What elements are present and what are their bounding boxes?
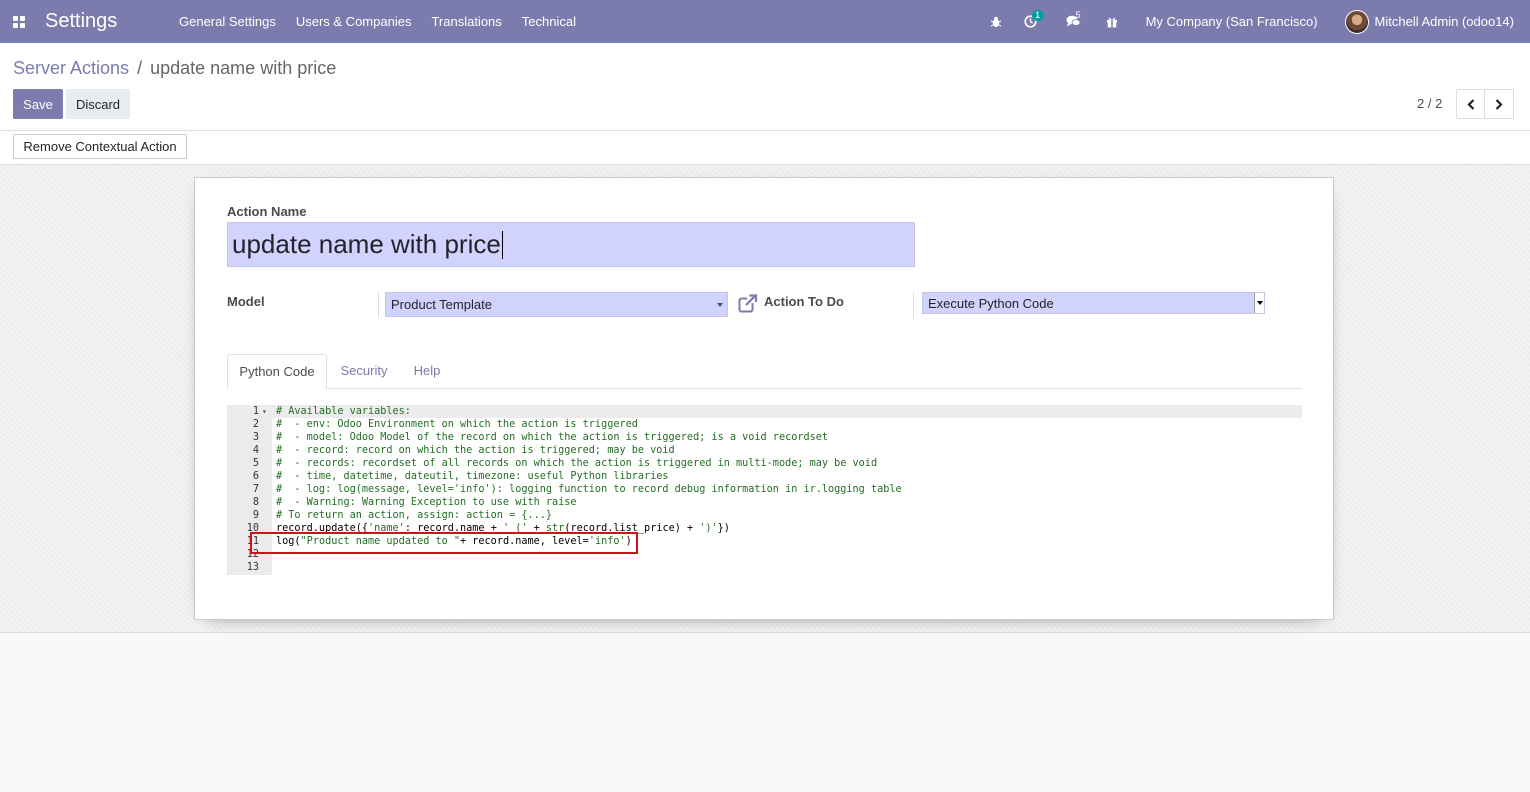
menu-translations[interactable]: Translations bbox=[421, 0, 511, 43]
notebook-tabs: Python Code Security Help bbox=[227, 354, 1302, 390]
menu-general-settings[interactable]: General Settings bbox=[169, 0, 286, 43]
model-label: Model bbox=[227, 294, 265, 309]
code-line[interactable]: 11 log("Product name updated to "+ record… bbox=[227, 535, 1302, 548]
code-text: # - model: Odoo Model of the record on w… bbox=[276, 432, 829, 443]
main-menu: General Settings Users & Companies Trans… bbox=[169, 0, 586, 43]
line-number: 9 bbox=[252, 510, 259, 521]
code-text: log("Product name updated to "+ record.n… bbox=[276, 536, 632, 547]
code-line[interactable]: 8 # - Warning: Warning Exception to use w… bbox=[227, 496, 1302, 509]
line-number: 8 bbox=[252, 497, 259, 508]
form-view: Action Name update name with price Model… bbox=[0, 165, 1530, 633]
line-number: 7 bbox=[252, 484, 259, 495]
line-number: 13 bbox=[246, 562, 259, 573]
action-name-value: update name with price bbox=[232, 229, 501, 259]
line-number: 3 bbox=[252, 432, 259, 443]
code-line[interactable]: 10 record.update({'name': record.name + '… bbox=[227, 522, 1302, 535]
text-caret bbox=[501, 230, 504, 259]
model-select[interactable]: Product Template bbox=[385, 292, 728, 317]
tab-python-code[interactable]: Python Code bbox=[227, 354, 327, 390]
menu-technical[interactable]: Technical bbox=[512, 0, 586, 43]
breadcrumb-current: update name with price bbox=[150, 58, 337, 78]
code-text: # - records: recordset of all records on… bbox=[276, 458, 878, 469]
user-menu[interactable]: Mitchell Admin (odoo14) bbox=[1344, 9, 1514, 34]
user-name: Mitchell Admin (odoo14) bbox=[1374, 14, 1514, 29]
python-code-editor[interactable]: 1 ▾ # Available variables: 2 # - env: Odoo E… bbox=[227, 405, 1302, 575]
company-switcher[interactable]: My Company (San Francisco) bbox=[1146, 14, 1318, 29]
systray: 1 5 My Company (San Francisco) Mitchell … bbox=[978, 0, 1530, 43]
chevron-down-icon bbox=[1254, 293, 1264, 313]
app-title[interactable]: Settings bbox=[45, 10, 169, 33]
gift-icon[interactable] bbox=[1094, 0, 1130, 43]
code-text: # - record: record on which the action i… bbox=[276, 445, 675, 456]
save-button[interactable]: Save bbox=[13, 89, 63, 119]
code-line[interactable]: 2 # - env: Odoo Environment on which the … bbox=[227, 418, 1302, 431]
line-number: 1 bbox=[252, 406, 259, 417]
line-number: 10 bbox=[246, 523, 259, 534]
code-text: # - env: Odoo Environment on which the a… bbox=[276, 419, 638, 430]
line-number: 5 bbox=[252, 458, 259, 469]
divider bbox=[0, 130, 1530, 131]
line-number: 11 bbox=[246, 536, 259, 547]
pager-next-button[interactable] bbox=[1485, 89, 1514, 119]
action-name-input[interactable]: update name with price bbox=[227, 222, 915, 267]
code-line[interactable]: 3 # - model: Odoo Model of the record on … bbox=[227, 431, 1302, 444]
control-panel: Server Actions / update name with price … bbox=[0, 43, 1530, 165]
external-link-icon[interactable] bbox=[738, 294, 758, 316]
line-number: 4 bbox=[252, 445, 259, 456]
code-line[interactable]: 4 # - record: record on which the action … bbox=[227, 444, 1302, 457]
divider bbox=[378, 292, 379, 318]
chevron-left-icon bbox=[1466, 98, 1474, 110]
fold-toggle-icon[interactable]: ▾ bbox=[262, 405, 267, 418]
action-name-label: Action Name bbox=[227, 204, 307, 219]
model-value: Product Template bbox=[391, 297, 492, 312]
discard-button[interactable]: Discard bbox=[66, 89, 130, 119]
code-line[interactable]: 5 # - records: recordset of all records o… bbox=[227, 457, 1302, 470]
code-text: record.update({'name': record.name + ' (… bbox=[276, 523, 730, 534]
caret-down-icon bbox=[717, 303, 723, 307]
code-text: # To return an action, assign: action = … bbox=[276, 510, 553, 521]
divider bbox=[913, 292, 914, 318]
apps-icon[interactable] bbox=[6, 0, 32, 43]
pager-value[interactable]: 2 / 2 bbox=[1417, 96, 1442, 111]
pager-previous-button[interactable] bbox=[1456, 89, 1485, 119]
clock-icon[interactable]: 1 bbox=[1014, 0, 1048, 43]
action-to-do-select[interactable]: Execute Python Code bbox=[922, 292, 1265, 314]
breadcrumb-separator: / bbox=[137, 58, 143, 78]
code-line[interactable]: 6 # - time, datetime, dateutil, timezone:… bbox=[227, 470, 1302, 483]
avatar bbox=[1344, 9, 1369, 34]
activity-badge: 1 bbox=[1031, 10, 1044, 21]
chevron-right-icon bbox=[1495, 98, 1503, 110]
code-text: # Available variables: bbox=[276, 406, 411, 417]
code-line[interactable]: 1 ▾ # Available variables: bbox=[227, 405, 1302, 418]
line-number: 2 bbox=[252, 419, 259, 430]
code-text: # - log: log(message, level='info'): log… bbox=[276, 484, 902, 495]
code-line[interactable]: 13 bbox=[227, 561, 1302, 574]
menu-users-companies[interactable]: Users & Companies bbox=[286, 0, 422, 43]
code-text: # - time, datetime, dateutil, timezone: … bbox=[276, 471, 669, 482]
code-text: # - Warning: Warning Exception to use wi… bbox=[276, 497, 577, 508]
action-to-do-value: Execute Python Code bbox=[928, 295, 1054, 311]
bug-icon[interactable] bbox=[978, 0, 1014, 43]
remove-contextual-action-button[interactable]: Remove Contextual Action bbox=[13, 134, 187, 159]
code-line[interactable]: 9 # To return an action, assign: action =… bbox=[227, 509, 1302, 522]
tab-security[interactable]: Security bbox=[329, 354, 399, 389]
messages-badge: 5 bbox=[1075, 10, 1081, 20]
code-line[interactable]: 7 # - log: log(message, level='info'): lo… bbox=[227, 483, 1302, 496]
breadcrumb: Server Actions / update name with price bbox=[13, 58, 336, 79]
line-number: 6 bbox=[252, 471, 259, 482]
line-number: 12 bbox=[246, 549, 259, 560]
form-sheet: Action Name update name with price Model… bbox=[194, 177, 1334, 620]
breadcrumb-server-actions[interactable]: Server Actions bbox=[13, 58, 129, 78]
code-line[interactable]: 12 bbox=[227, 548, 1302, 561]
action-to-do-label: Action To Do bbox=[764, 294, 844, 309]
tab-help[interactable]: Help bbox=[401, 354, 453, 389]
chat-icon[interactable]: 5 bbox=[1054, 0, 1094, 43]
top-navbar: Settings General Settings Users & Compan… bbox=[0, 0, 1530, 43]
